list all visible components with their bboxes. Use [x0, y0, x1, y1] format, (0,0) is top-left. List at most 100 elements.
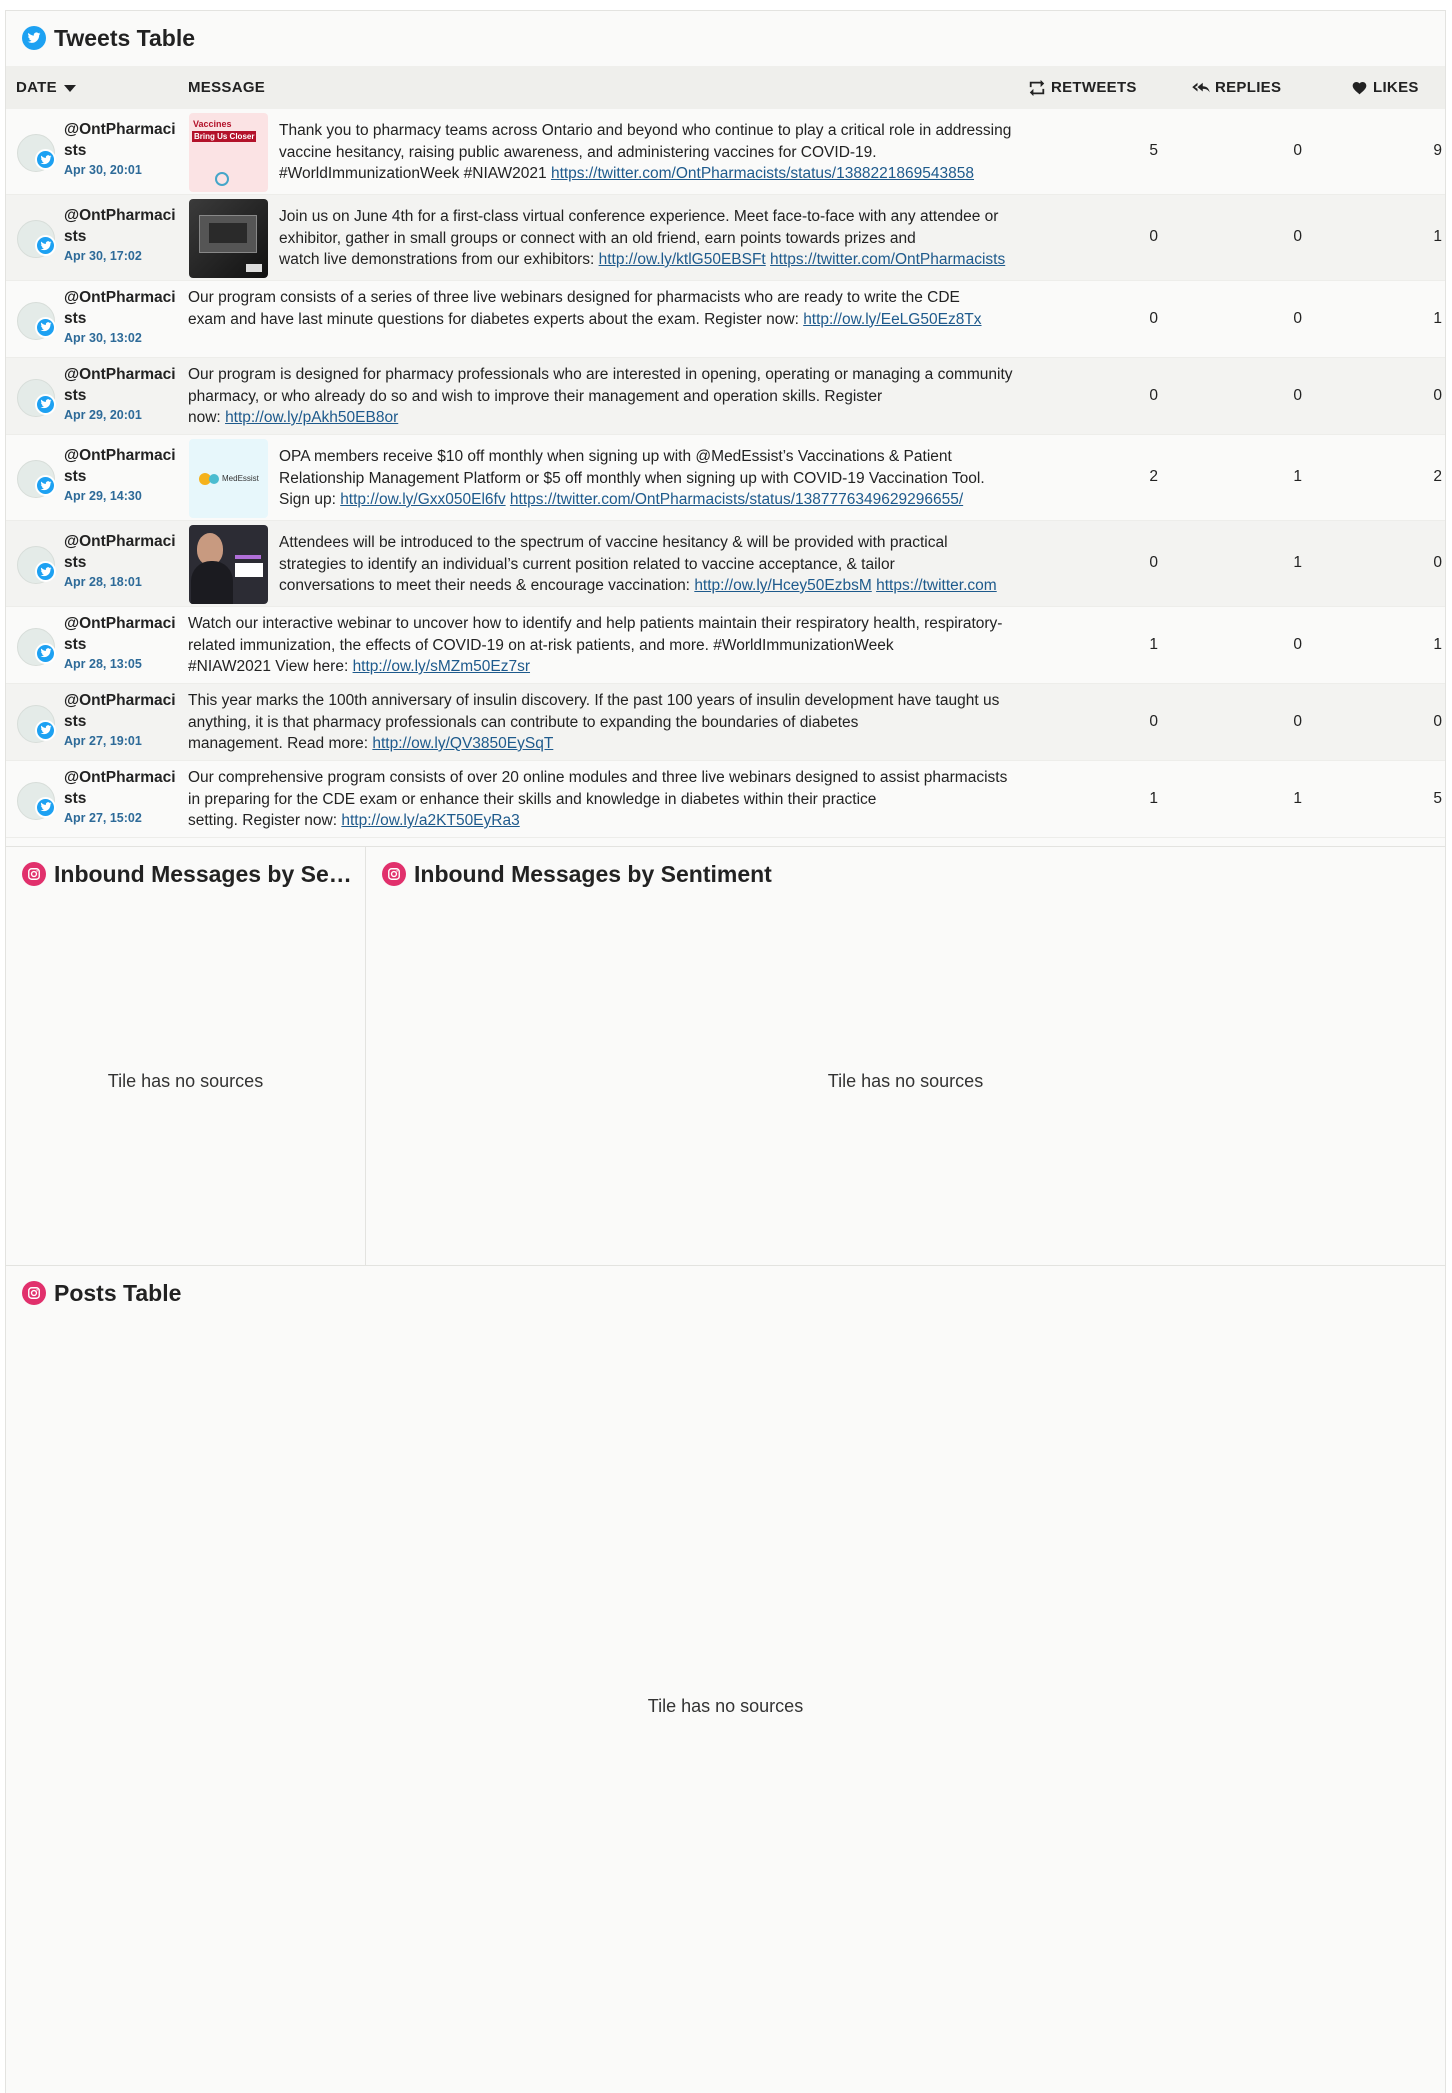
table-row[interactable]: @OntPharmacists Apr 30, 20:01 Vaccines Brin… [6, 109, 1445, 195]
table-row[interactable]: @OntPharmacists Apr 29, 14:30 MedEssist OPA… [6, 435, 1445, 521]
column-label: LIKES [1373, 79, 1419, 96]
inbound-sentiment-tile-small: Inbound Messages by Sentiment Tile has n… [5, 846, 366, 1266]
tweet-author: @OntPharmacists Apr 30, 13:02 [64, 287, 184, 347]
tweet-message: Our program is designed for pharmacy pro… [188, 364, 1014, 429]
likes-count: 1 [1433, 309, 1442, 327]
tile-title: Tweets Table [54, 24, 196, 51]
tweet-date: Apr 28, 13:05 [64, 656, 142, 671]
tweet-link[interactable]: http://ow.ly/Hcey50EzbsM [694, 577, 871, 594]
column-label: DATE [16, 79, 57, 96]
twitter-icon [35, 393, 56, 415]
tweet-link[interactable]: http://ow.ly/QV3850EySqT [372, 735, 553, 752]
message-text: Our comprehensive program consists of ov… [188, 769, 1008, 808]
tweet-date: Apr 30, 13:02 [64, 330, 142, 345]
message-tail: setting. Register now: [188, 812, 342, 829]
tweet-message: Our comprehensive program consists of ov… [188, 767, 1014, 832]
retweets-count: 2 [1149, 468, 1158, 485]
table-row[interactable]: @OntPharmacists Apr 29, 20:01 Our program … [6, 358, 1445, 435]
message-last-line: Sign up: http://ow.ly/Gxx050El6fv https:… [279, 489, 1014, 511]
retweets-count: 0 [1149, 228, 1158, 245]
likes-count: 0 [1433, 712, 1442, 730]
column-header-date[interactable]: DATE [16, 66, 82, 109]
message-tail: watch live demonstrations from our exhib… [279, 251, 599, 268]
tweet-link[interactable]: http://ow.ly/pAkh50EB8or [225, 409, 398, 426]
replies-count: 1 [1293, 468, 1302, 485]
table-row[interactable]: @OntPharmacists Apr 30, 17:02 Join us on J… [6, 195, 1445, 281]
retweets-count: 1 [1149, 635, 1158, 653]
tweet-date: Apr 28, 18:01 [64, 575, 142, 589]
table-row[interactable]: @OntPharmacists Apr 27, 19:01 This year ma… [6, 684, 1445, 761]
empty-state-text: Tile has no sources [647, 1696, 804, 1716]
retweets-count: 0 [1149, 554, 1158, 571]
table-row[interactable]: @OntPharmacists Apr 28, 18:01 Attendees wi… [6, 521, 1445, 607]
tweet-image[interactable]: MedEssist [189, 439, 268, 518]
table-row[interactable]: @OntPharmacists Apr 30, 13:02 Our program … [6, 281, 1445, 358]
tweet-date: Apr 30, 20:01 [64, 163, 142, 177]
tweet-image[interactable]: Vaccines Bring Us Closer [189, 113, 268, 192]
author-handle[interactable]: @OntPharmacists [64, 205, 184, 247]
author-handle[interactable]: @OntPharmacists [64, 531, 184, 573]
likes-count: 1 [1433, 635, 1442, 653]
author-handle[interactable]: @OntPharmacists [64, 119, 184, 161]
tweet-message: Thank you to pharmacy teams across Ontar… [279, 120, 1014, 185]
twitter-icon [35, 719, 56, 741]
column-header-replies[interactable]: REPLIES [1192, 66, 1281, 109]
author-handle[interactable]: @OntPharmacists [64, 287, 184, 329]
retweets-count: 5 [1149, 142, 1158, 159]
column-label: REPLIES [1215, 79, 1282, 96]
author-handle[interactable]: @OntPharmacists [64, 445, 184, 487]
tweet-link[interactable]: http://ow.ly/sMZm50Ez7sr [353, 658, 530, 675]
author-handle[interactable]: @OntPharmacists [64, 364, 184, 406]
tweet-author: @OntPharmacists Apr 30, 17:02 [64, 205, 184, 265]
empty-state-text: Tile has no sources [827, 1071, 984, 1091]
tweet-link[interactable]: http://ow.ly/Gxx050El6fv [340, 491, 505, 508]
replies-count: 0 [1293, 228, 1302, 245]
likes-count: 5 [1433, 789, 1442, 807]
retweets-count: 0 [1149, 309, 1158, 327]
column-header-retweets[interactable]: RETWEETS [1028, 66, 1137, 109]
table-row[interactable]: @OntPharmacists Apr 27, 15:02 Our comprehe… [6, 761, 1445, 838]
author-handle[interactable]: @OntPharmacists [64, 690, 184, 732]
column-header-message: MESSAGE [188, 66, 265, 109]
tweet-link[interactable]: http://ow.ly/EeLG50Ez8Tx [803, 311, 981, 328]
twitter-icon [35, 316, 56, 338]
tweet-link[interactable]: http://ow.ly/ktlG50EBSFt [599, 251, 766, 268]
tweet-image[interactable] [189, 199, 268, 278]
tweet-image[interactable] [189, 525, 268, 604]
column-label: MESSAGE [188, 79, 266, 96]
tweet-link[interactable]: https://twitter.com [876, 577, 997, 594]
tweet-link[interactable]: https://twitter.com/OntPharmacists/statu… [510, 491, 963, 508]
replies-count: 1 [1293, 789, 1302, 807]
tweet-author: @OntPharmacists Apr 29, 14:30 [64, 445, 184, 505]
message-last-line: management. Read more: http://ow.ly/QV38… [188, 733, 1014, 755]
message-text: OPA members receive $10 off monthly when… [279, 448, 985, 487]
reply-all-icon [1192, 82, 1210, 92]
author-handle[interactable]: @OntPharmacists [64, 767, 184, 809]
twitter-icon [35, 235, 56, 256]
message-text: Attendees will be introduced to the spec… [279, 534, 948, 573]
likes-count: 0 [1433, 386, 1442, 404]
column-header-likes[interactable]: LIKES [1351, 66, 1419, 109]
table-body: @OntPharmacists Apr 30, 20:01 Vaccines Brin… [6, 109, 1445, 838]
tweet-message: OPA members receive $10 off monthly when… [279, 446, 1014, 511]
replies-count: 0 [1293, 386, 1302, 404]
tweet-message: Our program consists of a series of thre… [188, 287, 1014, 330]
tweet-link[interactable]: http://ow.ly/a2KT50EyRa3 [341, 812, 519, 829]
author-handle[interactable]: @OntPharmacists [64, 613, 184, 655]
tweet-link[interactable]: https://twitter.com/OntPharmacists [770, 251, 1005, 268]
likes-count: 0 [1433, 554, 1442, 571]
tweet-author: @OntPharmacists Apr 27, 19:01 [64, 690, 184, 750]
table-row[interactable]: @OntPharmacists Apr 28, 13:05 Watch our in… [6, 607, 1445, 684]
tweet-date: Apr 27, 15:02 [64, 810, 142, 825]
tweet-link[interactable]: https://twitter.com/OntPharmacists/statu… [551, 165, 974, 182]
message-last-line: conversations to meet their needs & enco… [279, 575, 1014, 597]
tweet-date: Apr 29, 20:01 [64, 407, 142, 422]
message-last-line: exam and have last minute questions for … [188, 309, 1014, 331]
table-header: DATE MESSAGE RETWEETS REPLIES LIKES [6, 66, 1445, 109]
retweets-count: 1 [1149, 789, 1158, 807]
tweet-message: Join us on June 4th for a first-class vi… [279, 206, 1014, 271]
message-tail: Sign up: [279, 491, 341, 508]
message-last-line: watch live demonstrations from our exhib… [279, 249, 1014, 271]
likes-count: 2 [1433, 468, 1442, 485]
retweets-count: 0 [1149, 712, 1158, 730]
